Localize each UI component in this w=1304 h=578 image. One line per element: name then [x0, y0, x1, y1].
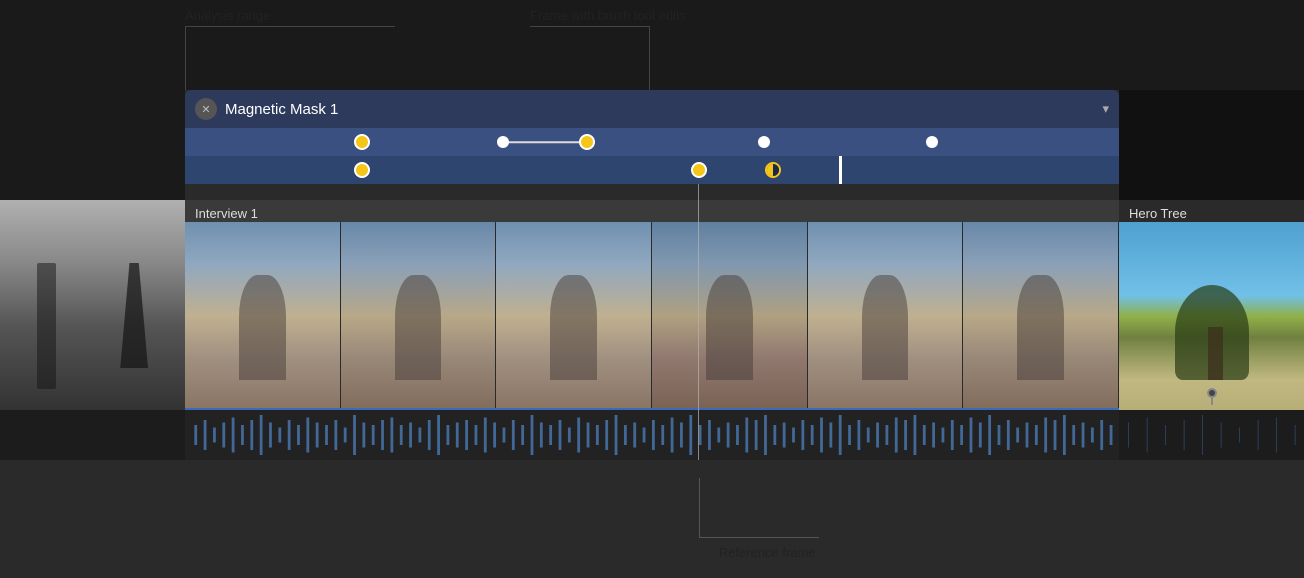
tree-trunk [1208, 327, 1223, 380]
frame-4 [652, 222, 808, 410]
tripod-shape [111, 263, 157, 368]
analysis-range-hline [185, 26, 395, 27]
stand-shape [37, 263, 56, 389]
frame-3 [496, 222, 652, 410]
person-5 [862, 275, 908, 380]
keyframe-row-1 [185, 128, 1119, 156]
frame-5 [808, 222, 964, 410]
keyframe-white-3[interactable] [926, 136, 938, 148]
hero-clip-label: Hero Tree [1129, 206, 1187, 221]
analysis-range-label: Analysis range [185, 8, 270, 23]
interview-clip: Interview 1 [185, 200, 1119, 410]
brush-edits-label: Frame with brush tool edits [530, 8, 686, 23]
audio-hero-waveform [1119, 410, 1304, 460]
person-1 [239, 275, 285, 380]
keyframe-row-2 [185, 156, 1119, 184]
left-clip-panel [0, 200, 185, 410]
keyframe-white-1[interactable] [497, 136, 509, 148]
mask-track-right-dark [1119, 90, 1304, 200]
audio-left-panel [0, 410, 185, 460]
person-6 [1017, 275, 1063, 380]
interview-clip-label: Interview 1 [195, 206, 258, 221]
reference-frame-annotation-hline [699, 537, 819, 538]
annotation-area: Analysis range Frame with brush tool edi… [0, 0, 1304, 90]
waveform-svg [185, 410, 1119, 460]
brush-edits-vline [649, 26, 650, 90]
keyframe-yellow-2[interactable] [579, 134, 595, 150]
bottom-annotation-area: Reference frame [0, 470, 1304, 578]
playhead-bar [839, 156, 842, 184]
reference-frame-annotation-line [699, 478, 700, 538]
mask-title: Magnetic Mask 1 [225, 101, 1094, 118]
keyframe-yellow-1[interactable] [354, 134, 370, 150]
close-button[interactable] [195, 98, 217, 120]
film-strip [185, 222, 1119, 410]
clip-border-bottom [185, 408, 1119, 410]
person-3 [550, 275, 596, 380]
keyframe-white-2[interactable] [758, 136, 770, 148]
analysis-range-vline [185, 26, 186, 90]
left-panel-top [0, 90, 185, 200]
person-4 [706, 275, 752, 380]
mask-track-header: Magnetic Mask 1 ▾ [185, 90, 1119, 128]
audio-hero-panel [1119, 410, 1304, 460]
frame-2 [341, 222, 497, 410]
left-clip-frame [0, 200, 185, 410]
marker-pin-icon [1205, 387, 1219, 405]
hero-frame [1119, 222, 1304, 410]
brush-edits-hline [530, 26, 650, 27]
frame-6 [963, 222, 1119, 410]
person-2 [395, 275, 441, 380]
keyframe-row2-yellow-1[interactable] [354, 162, 370, 178]
kf-connector-line [503, 141, 587, 143]
reference-frame-label: Reference frame [719, 545, 816, 560]
audio-waveform-area [185, 410, 1119, 460]
reference-frame-line [698, 184, 700, 460]
keyframe-row2-half[interactable] [765, 162, 781, 178]
frame-1 [185, 222, 341, 410]
keyframe-row2-yellow-2[interactable] [691, 162, 707, 178]
hero-clip: Hero Tree [1119, 200, 1304, 410]
dropdown-button[interactable]: ▾ [1102, 101, 1109, 117]
marker-pin-container [1205, 387, 1219, 410]
